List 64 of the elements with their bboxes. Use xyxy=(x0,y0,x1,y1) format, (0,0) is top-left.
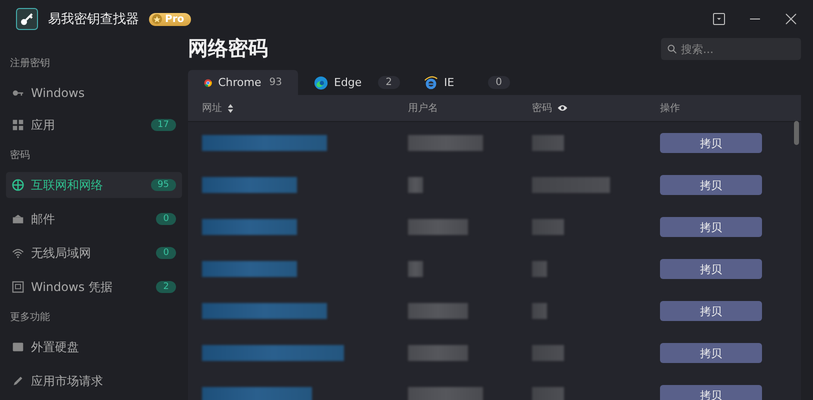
count-badge: 2 xyxy=(378,76,400,89)
ie-icon xyxy=(424,76,438,90)
blurred-password xyxy=(532,135,564,151)
copy-button[interactable]: 拷贝 xyxy=(660,175,762,195)
sidebar-item[interactable]: 应用 17 xyxy=(6,112,182,138)
mail-icon xyxy=(12,213,24,225)
sidebar-item[interactable]: Windows 凭据 2 xyxy=(6,274,182,300)
column-header: 密码 xyxy=(532,102,552,115)
browser-tab[interactable]: IE 0 xyxy=(408,70,518,95)
wifi-icon xyxy=(12,247,24,259)
drive-icon xyxy=(12,341,24,353)
dropdown-icon[interactable] xyxy=(713,13,725,25)
copy-button[interactable]: 拷贝 xyxy=(660,259,762,279)
blurred-username xyxy=(408,261,423,277)
copy-button[interactable]: 拷贝 xyxy=(660,217,762,237)
blurred-password xyxy=(532,261,547,277)
browser-tab[interactable]: Chrome 93 xyxy=(188,70,298,95)
pro-badge: Pro xyxy=(149,12,192,26)
column-header[interactable]: 网址 xyxy=(202,101,222,115)
blurred-username xyxy=(408,177,423,193)
copy-button[interactable]: 拷贝 xyxy=(660,343,762,363)
section-heading: 更多功能 xyxy=(9,310,51,325)
copy-button[interactable]: 拷贝 xyxy=(660,385,762,400)
sidebar-item[interactable]: 邮件 0 xyxy=(6,206,182,232)
count-badge: 2 xyxy=(156,281,176,293)
count-badge: 95 xyxy=(150,179,176,191)
column-header: 操作 xyxy=(660,102,680,115)
count-badge: 17 xyxy=(150,119,176,131)
blurred-password xyxy=(532,387,564,400)
tab-count: 93 xyxy=(268,76,283,89)
sidebar-item[interactable]: 无线局域网 0 xyxy=(6,240,182,266)
page-title: 网络密码 xyxy=(188,35,268,62)
section-heading: 密码 xyxy=(9,148,31,163)
count-badge: 0 xyxy=(156,213,176,225)
key-logo-icon xyxy=(16,8,38,30)
edge-icon xyxy=(314,76,328,90)
eye-icon[interactable] xyxy=(557,104,568,112)
blurred-username xyxy=(408,219,468,235)
close-icon[interactable] xyxy=(785,13,797,25)
copy-button[interactable]: 拷贝 xyxy=(660,133,762,153)
pencil-icon xyxy=(12,375,24,387)
grid-icon xyxy=(12,119,24,131)
count-badge: 0 xyxy=(488,76,510,89)
blurred-username xyxy=(408,345,468,361)
blurred-username xyxy=(408,303,468,319)
monitor-icon xyxy=(12,281,24,293)
sort-icon[interactable] xyxy=(227,102,234,114)
blurred-password xyxy=(532,219,564,235)
section-heading: 注册密钥 xyxy=(9,56,51,71)
sidebar-item[interactable]: 应用市场请求 xyxy=(6,368,182,394)
scrollbar[interactable] xyxy=(794,121,799,145)
globe-icon xyxy=(12,179,24,191)
blurred-password xyxy=(532,345,564,361)
sidebar-item[interactable]: 外置硬盘 xyxy=(6,334,182,360)
window-title: 易我密钥查找器 xyxy=(48,11,139,28)
count-badge: 0 xyxy=(156,247,176,259)
blurred-password xyxy=(532,303,547,319)
browser-tab[interactable]: Edge 2 xyxy=(298,70,408,95)
copy-button[interactable]: 拷贝 xyxy=(660,301,762,321)
sidebar-item[interactable]: 互联网和网络 95 xyxy=(6,172,182,198)
sidebar-item[interactable]: Windows xyxy=(6,80,182,106)
search-field[interactable]: 搜索... xyxy=(661,38,801,60)
column-header: 用户名 xyxy=(408,102,438,115)
search-icon xyxy=(667,44,677,54)
